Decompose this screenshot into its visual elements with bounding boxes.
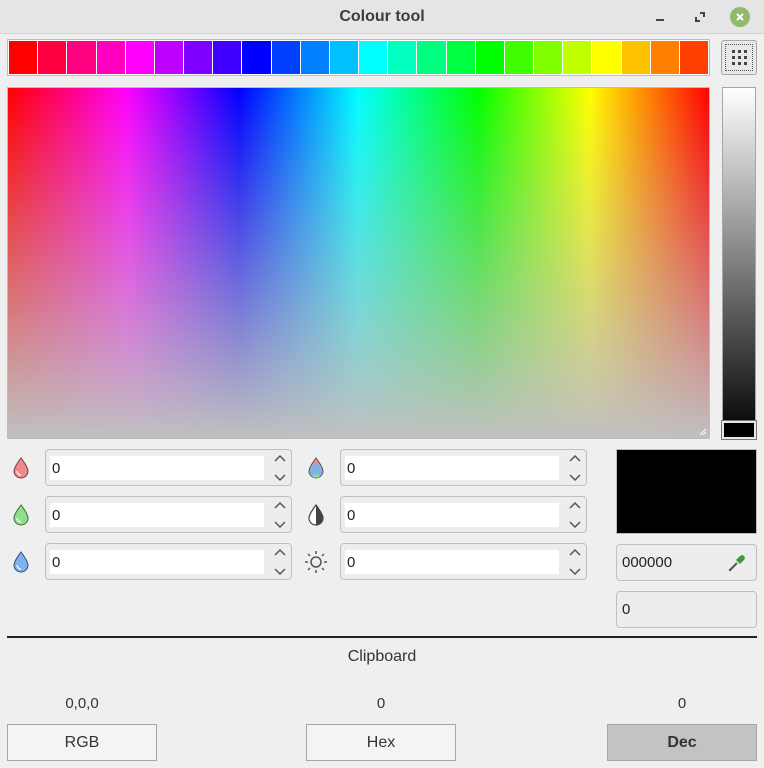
maximize-icon	[695, 12, 705, 22]
saturation-drop-icon	[304, 503, 328, 527]
spin-down-icon[interactable]	[273, 520, 287, 530]
spin-up-icon[interactable]	[273, 547, 287, 557]
hex-field[interactable]: 000000	[616, 544, 757, 581]
colour-swatch[interactable]	[621, 41, 650, 74]
saturation-spinbox[interactable]	[340, 496, 587, 533]
luminance-sun-icon	[304, 550, 328, 574]
colour-swatch[interactable]	[592, 41, 621, 74]
clipboard-hex-value: 0	[376, 695, 386, 712]
colour-swatch[interactable]	[184, 41, 213, 74]
grid-icon	[725, 44, 753, 71]
spin-up-icon[interactable]	[273, 500, 287, 510]
dec-value: 0	[622, 601, 631, 618]
colour-swatch[interactable]	[125, 41, 154, 74]
green-spinbox[interactable]	[45, 496, 292, 533]
hex-value: 000000	[622, 554, 673, 571]
colour-swatch[interactable]	[271, 41, 300, 74]
blue-input[interactable]	[50, 550, 264, 574]
eyedropper-icon[interactable]	[727, 553, 747, 573]
copy-hex-button[interactable]: Hex	[306, 724, 456, 761]
copy-rgb-button[interactable]: RGB	[7, 724, 157, 761]
clipboard-label: Clipboard	[347, 648, 417, 665]
title-bar: Colour tool	[0, 0, 764, 34]
clipboard-dec-value: 0	[677, 695, 687, 712]
colour-swatch[interactable]	[38, 41, 67, 74]
spin-up-icon[interactable]	[568, 500, 582, 510]
minimize-icon	[656, 19, 664, 21]
spin-up-icon[interactable]	[568, 453, 582, 463]
blue-spinbox[interactable]	[45, 543, 292, 580]
spin-down-icon[interactable]	[273, 473, 287, 483]
red-input[interactable]	[50, 456, 264, 480]
colour-swatch[interactable]	[213, 41, 242, 74]
minimize-button[interactable]	[649, 6, 671, 28]
colour-swatch[interactable]	[650, 41, 679, 74]
copy-dec-button[interactable]: Dec	[607, 724, 757, 761]
colour-swatch[interactable]	[417, 41, 446, 74]
colour-swatch[interactable]	[534, 41, 563, 74]
spin-down-icon[interactable]	[568, 473, 582, 483]
red-drop-icon	[9, 456, 33, 480]
colour-swatch[interactable]	[388, 41, 417, 74]
red-spinbox[interactable]	[45, 449, 292, 486]
luminance-input[interactable]	[345, 550, 559, 574]
hue-drop-icon	[304, 456, 328, 480]
hue-spinbox[interactable]	[340, 449, 587, 486]
spin-down-icon[interactable]	[568, 567, 582, 577]
luminance-spinbox[interactable]	[340, 543, 587, 580]
colour-swatch[interactable]	[329, 41, 359, 74]
colour-swatch[interactable]	[242, 41, 271, 74]
colour-swatch[interactable]	[300, 41, 329, 74]
luminance-slider[interactable]	[721, 87, 757, 440]
divider	[7, 636, 757, 638]
green-input[interactable]	[50, 503, 264, 527]
hue-input[interactable]	[345, 456, 559, 480]
colour-swatch[interactable]	[563, 41, 592, 74]
colour-spectrum-picker[interactable]	[7, 87, 710, 439]
blue-drop-icon	[9, 550, 33, 574]
colour-swatch[interactable]	[504, 41, 534, 74]
dec-field[interactable]: 0	[616, 591, 757, 628]
colour-swatch[interactable]	[475, 41, 504, 74]
saturation-input[interactable]	[345, 503, 559, 527]
colour-swatch[interactable]	[96, 41, 125, 74]
palette-grid-button[interactable]	[721, 40, 757, 75]
clipboard-rgb-value: 0,0,0	[65, 695, 99, 712]
colour-preview	[616, 449, 757, 534]
colour-swatch[interactable]	[154, 41, 184, 74]
close-icon	[730, 7, 750, 27]
colour-swatch[interactable]	[67, 41, 96, 74]
colour-swatch[interactable]	[359, 41, 388, 74]
colour-swatch[interactable]	[679, 41, 709, 74]
green-drop-icon	[9, 503, 33, 527]
close-button[interactable]	[729, 6, 751, 28]
spin-up-icon[interactable]	[273, 453, 287, 463]
resize-grip-icon	[699, 428, 707, 436]
luminance-slider-handle[interactable]	[721, 420, 757, 440]
maximize-button[interactable]	[689, 6, 711, 28]
colour-swatch[interactable]	[446, 41, 475, 74]
spin-down-icon[interactable]	[273, 567, 287, 577]
colour-swatch[interactable]	[9, 41, 38, 74]
spin-down-icon[interactable]	[568, 520, 582, 530]
spin-up-icon[interactable]	[568, 547, 582, 557]
colour-swatch-bar	[7, 39, 710, 76]
